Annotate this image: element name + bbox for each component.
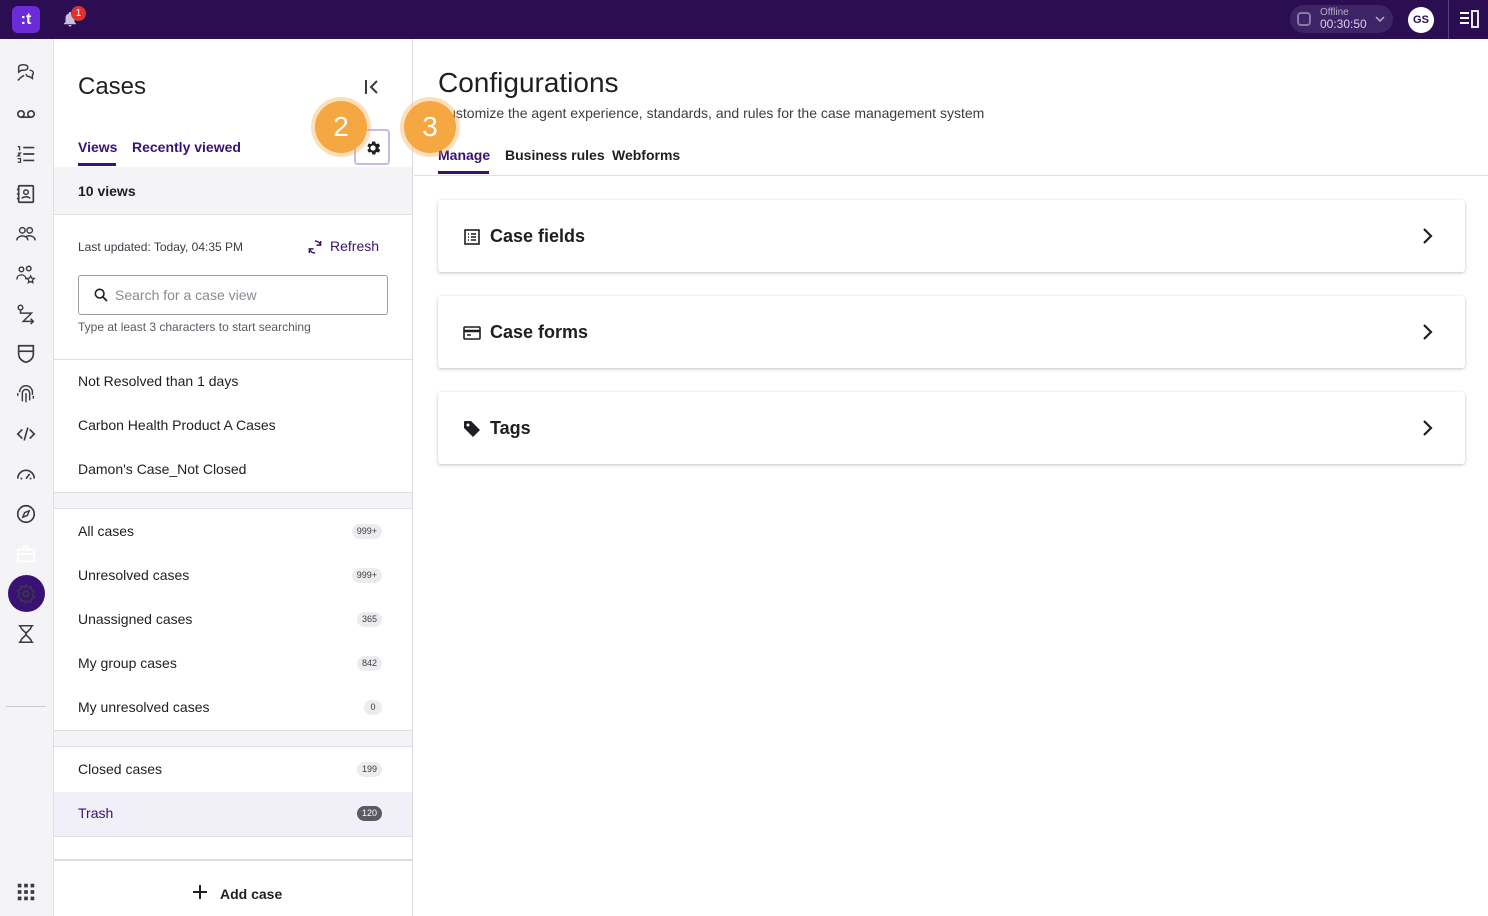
page-subtitle: Customize the agent experience, standard…: [438, 105, 985, 121]
section-separator: [54, 730, 412, 747]
list-item[interactable]: My group cases 842: [54, 642, 412, 686]
view-label: Not Resolved than 1 days: [78, 373, 239, 389]
tab-business-rules[interactable]: Business rules: [505, 147, 605, 163]
active-tab-indicator: [78, 163, 116, 166]
skills-icon[interactable]: [15, 263, 37, 285]
apps-grid-icon[interactable]: [15, 881, 37, 903]
count-badge: 842: [356, 656, 382, 671]
refresh-label: Refresh: [330, 238, 380, 254]
view-label: Trash: [78, 805, 114, 821]
list-item[interactable]: Closed cases 199: [54, 748, 412, 792]
search-input[interactable]: [115, 285, 375, 305]
list-item[interactable]: Not Resolved than 1 days: [54, 360, 412, 404]
list-item[interactable]: Unassigned cases 365: [54, 598, 412, 642]
section-separator: [54, 492, 412, 509]
list-item[interactable]: My unresolved cases 0: [54, 686, 412, 730]
list-item[interactable]: Unresolved cases 999+: [54, 554, 412, 598]
view-label: Carbon Health Product A Cases: [78, 417, 276, 433]
status-indicator-icon: [1297, 12, 1311, 26]
list-item[interactable]: Carbon Health Product A Cases: [54, 404, 412, 448]
view-label: Unassigned cases: [78, 611, 193, 627]
compass-icon[interactable]: [15, 503, 37, 525]
count-badge: 365: [356, 612, 382, 627]
divider: [54, 836, 412, 837]
shield-icon[interactable]: [15, 343, 37, 365]
chat-bubbles-icon[interactable]: [15, 62, 37, 84]
card-title: Case forms: [490, 322, 589, 342]
settings-icon[interactable]: [15, 583, 37, 605]
search-hint: Type at least 3 characters to start sear…: [78, 320, 311, 334]
tab-manage[interactable]: Manage: [438, 147, 490, 163]
top-bar: :t 1 Offline 00:30:50 GS: [0, 0, 1488, 39]
tab-views[interactable]: Views: [78, 139, 117, 155]
status-timer: 00:30:50: [1320, 17, 1367, 31]
add-case-button[interactable]: Add case: [54, 859, 412, 916]
side-panel-icon[interactable]: [1459, 10, 1479, 28]
dashboard-gauge-icon[interactable]: [15, 463, 37, 485]
step-callout: 3: [404, 101, 456, 153]
tab-webforms[interactable]: Webforms: [612, 147, 680, 163]
plus-icon: [193, 885, 207, 899]
voicemail-icon[interactable]: [15, 103, 37, 125]
count-badge: 0: [364, 700, 382, 715]
card-title: Case fields: [490, 226, 586, 246]
app-logo[interactable]: :t: [12, 6, 40, 33]
chevron-down-icon: [1375, 16, 1385, 23]
code-icon[interactable]: [15, 423, 37, 445]
view-label: My unresolved cases: [78, 699, 210, 715]
contacts-icon[interactable]: [15, 183, 37, 205]
cases-panel: Cases Views Recently viewed 10 views Las…: [54, 39, 413, 916]
refresh-icon: [308, 240, 322, 254]
active-tab-indicator: [438, 171, 489, 174]
step-callout: 2: [315, 101, 367, 153]
tabs-divider: [414, 175, 1488, 176]
case-forms-card[interactable]: Case forms: [438, 296, 1465, 368]
configurations-page: Configurations Customize the agent exper…: [414, 39, 1488, 916]
search-field[interactable]: [78, 275, 388, 315]
view-label: Closed cases: [78, 761, 163, 777]
gear-icon: [367, 141, 381, 155]
search-icon: [94, 288, 108, 302]
fingerprint-icon[interactable]: [15, 383, 37, 405]
view-label: All cases: [78, 523, 135, 539]
chevron-right-icon: [1423, 228, 1433, 244]
cases-title: Cases: [78, 73, 147, 100]
count-badge: 120: [356, 806, 382, 821]
list-box-icon: [464, 229, 480, 245]
count-badge: 999+: [351, 568, 382, 583]
case-fields-card[interactable]: Case fields: [438, 200, 1465, 272]
tag-icon: [464, 421, 480, 437]
briefcase-icon[interactable]: [15, 543, 37, 565]
view-label: Unresolved cases: [78, 567, 190, 583]
tab-recently-viewed[interactable]: Recently viewed: [132, 139, 241, 155]
user-avatar[interactable]: GS: [1408, 7, 1434, 33]
count-badge: 199: [356, 762, 382, 777]
views-count-bar: 10 views: [54, 167, 412, 215]
view-label: My group cases: [78, 655, 177, 671]
page-title: Configurations: [438, 67, 619, 98]
hourglass-icon[interactable]: [15, 623, 37, 645]
tags-card[interactable]: Tags: [438, 392, 1465, 464]
chevron-right-icon: [1423, 420, 1433, 436]
list-item[interactable]: Damon's Case_Not Closed: [54, 448, 412, 492]
nav-rail: [0, 39, 54, 916]
view-label: Damon's Case_Not Closed: [78, 461, 247, 477]
rail-divider: [6, 706, 46, 707]
count-badge: 999+: [351, 524, 382, 539]
list-icon[interactable]: [15, 143, 37, 165]
chevron-right-icon: [1423, 324, 1433, 340]
list-item[interactable]: All cases 999+: [54, 510, 412, 554]
last-updated-text: Last updated: Today, 04:35 PM: [78, 240, 244, 254]
views-count: 10 views: [78, 183, 136, 199]
routing-icon[interactable]: [15, 303, 37, 325]
list-item[interactable]: Trash 120: [54, 792, 412, 836]
card-title: Tags: [490, 418, 531, 438]
notification-badge: 1: [71, 6, 86, 21]
agent-status-dropdown[interactable]: Offline 00:30:50: [1290, 5, 1393, 33]
collapse-panel-icon[interactable]: [362, 77, 382, 97]
add-case-label: Add case: [220, 886, 283, 902]
form-icon: [463, 326, 481, 340]
topbar-divider: [1448, 0, 1449, 39]
agents-icon[interactable]: [15, 223, 37, 245]
